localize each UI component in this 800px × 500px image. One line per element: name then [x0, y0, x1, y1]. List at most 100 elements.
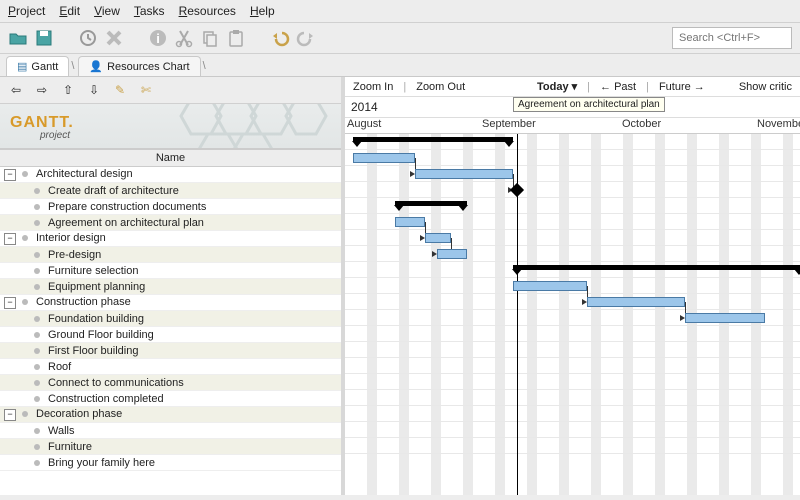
- hexagon-pattern-icon: [81, 104, 341, 149]
- task-row[interactable]: − Decoration phase: [0, 407, 341, 423]
- task-row[interactable]: Furniture selection: [0, 263, 341, 279]
- task-row[interactable]: First Floor building: [0, 343, 341, 359]
- zoom-in-button[interactable]: Zoom In: [353, 81, 393, 93]
- task-row[interactable]: Pre-design: [0, 247, 341, 263]
- task-row[interactable]: Ground Floor building: [0, 327, 341, 343]
- task-bar[interactable]: [513, 281, 587, 291]
- task-label: Agreement on architectural plan: [48, 217, 204, 229]
- bullet-icon: [34, 204, 40, 210]
- bullet-icon: [34, 188, 40, 194]
- zoom-out-button[interactable]: Zoom Out: [416, 81, 465, 93]
- tab-divider-end: \: [203, 60, 206, 72]
- menu-project[interactable]: Project: [8, 4, 45, 18]
- bullet-icon: [34, 220, 40, 226]
- past-button[interactable]: ← Past: [600, 81, 636, 93]
- arrow-up-icon[interactable]: ⇧: [58, 80, 78, 100]
- month-label: August: [345, 118, 381, 130]
- year-label: 2014: [351, 100, 378, 114]
- arrow-down-icon[interactable]: ⇩: [84, 80, 104, 100]
- task-toolbar: ⇦ ⇨ ⇧ ⇩ ✎ ✄: [0, 77, 341, 104]
- tab-resources[interactable]: 👤 Resources Chart: [78, 56, 200, 76]
- expander-icon[interactable]: −: [4, 297, 16, 309]
- gantt-chart[interactable]: [345, 134, 800, 495]
- task-label: Pre-design: [48, 249, 101, 261]
- task-label: Walls: [48, 425, 74, 437]
- summary-bar[interactable]: [513, 265, 800, 270]
- info-icon[interactable]: i: [148, 28, 168, 48]
- summary-bar[interactable]: [395, 201, 467, 206]
- copy-icon[interactable]: [200, 28, 220, 48]
- task-row[interactable]: Create draft of architecture: [0, 183, 341, 199]
- undo-icon[interactable]: [270, 28, 290, 48]
- task-label: Construction completed: [48, 393, 164, 405]
- arrow-right-icon[interactable]: ⇨: [32, 80, 52, 100]
- gantt-pane: Zoom In | Zoom Out Today ▾ | ← Past | Fu…: [345, 77, 800, 495]
- show-critical-button[interactable]: Show critic: [739, 81, 792, 93]
- cut-icon[interactable]: [174, 28, 194, 48]
- open-icon[interactable]: [8, 28, 28, 48]
- expander-icon[interactable]: −: [4, 169, 16, 181]
- logo-banner: GANTT. project: [0, 104, 341, 149]
- task-label: Equipment planning: [48, 281, 145, 293]
- task-label: Decoration phase: [36, 408, 122, 420]
- expander-icon[interactable]: −: [4, 233, 16, 245]
- bullet-icon: [34, 444, 40, 450]
- task-row[interactable]: Bring your family here: [0, 455, 341, 471]
- task-label: Ground Floor building: [48, 329, 154, 341]
- task-row[interactable]: Walls: [0, 423, 341, 439]
- task-label: Interior design: [36, 232, 106, 244]
- task-bar[interactable]: [395, 217, 425, 227]
- task-pane: ⇦ ⇨ ⇧ ⇩ ✎ ✄ GANTT. project: [0, 77, 345, 495]
- column-header-name[interactable]: Name: [0, 149, 341, 167]
- task-row[interactable]: Agreement on architectural plan: [0, 215, 341, 231]
- task-bar[interactable]: [425, 233, 451, 243]
- task-bar[interactable]: [353, 153, 415, 163]
- task-bar[interactable]: [415, 169, 513, 179]
- bullet-icon: [22, 299, 28, 305]
- task-row[interactable]: Furniture: [0, 439, 341, 455]
- menu-edit[interactable]: Edit: [59, 4, 80, 18]
- bullet-icon: [34, 364, 40, 370]
- task-row[interactable]: − Interior design: [0, 231, 341, 247]
- menu-help[interactable]: Help: [250, 4, 275, 18]
- month-header: AugustSeptemberOctoberNovember: [345, 118, 800, 134]
- task-bar[interactable]: [437, 249, 467, 259]
- task-label: Furniture selection: [48, 265, 139, 277]
- arrow-left-icon[interactable]: ⇦: [6, 80, 26, 100]
- bullet-icon: [34, 396, 40, 402]
- tab-resources-label: Resources Chart: [107, 61, 190, 73]
- link-icon[interactable]: ✎: [110, 80, 130, 100]
- task-label: Construction phase: [36, 296, 131, 308]
- tab-divider: \: [71, 60, 74, 72]
- task-tree[interactable]: −Architectural designCreate draft of arc…: [0, 167, 341, 495]
- future-button[interactable]: Future →: [659, 81, 705, 93]
- task-row[interactable]: − Construction phase: [0, 295, 341, 311]
- tab-gantt-label: Gantt: [31, 61, 58, 73]
- expander-icon[interactable]: −: [4, 409, 16, 421]
- summary-bar[interactable]: [353, 137, 513, 142]
- task-row[interactable]: −Architectural design: [0, 167, 341, 183]
- menu-view[interactable]: View: [94, 4, 120, 18]
- tab-gantt[interactable]: ▤ Gantt: [6, 56, 69, 76]
- menu-bar: Project Edit View Tasks Resources Help: [0, 0, 800, 23]
- today-button[interactable]: Today ▾: [537, 80, 577, 93]
- task-row[interactable]: Equipment planning: [0, 279, 341, 295]
- search-input[interactable]: [672, 27, 792, 49]
- unlink-icon[interactable]: ✄: [136, 80, 156, 100]
- task-row[interactable]: Construction completed: [0, 391, 341, 407]
- clock-icon[interactable]: [78, 28, 98, 48]
- redo-icon[interactable]: [296, 28, 316, 48]
- paste-icon[interactable]: [226, 28, 246, 48]
- task-row[interactable]: Foundation building: [0, 311, 341, 327]
- menu-resources[interactable]: Resources: [179, 4, 236, 18]
- delete-icon[interactable]: [104, 28, 124, 48]
- menu-tasks[interactable]: Tasks: [134, 4, 165, 18]
- task-row[interactable]: Roof: [0, 359, 341, 375]
- task-row[interactable]: Connect to communications: [0, 375, 341, 391]
- task-row[interactable]: Prepare construction documents: [0, 199, 341, 215]
- task-bar[interactable]: [685, 313, 765, 323]
- bullet-icon: [22, 171, 28, 177]
- task-bar[interactable]: [587, 297, 685, 307]
- save-icon[interactable]: [34, 28, 54, 48]
- task-label: Bring your family here: [48, 457, 155, 469]
